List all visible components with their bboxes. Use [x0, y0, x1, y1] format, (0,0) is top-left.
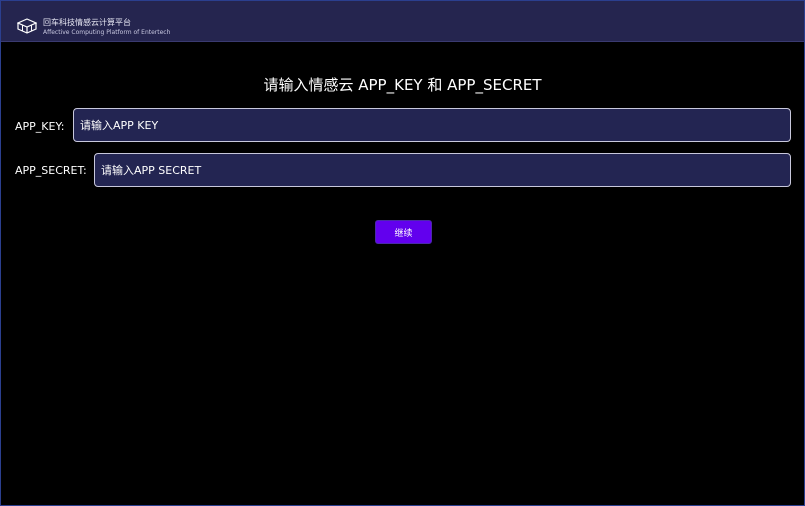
platform-title: 回车科技情感云计算平台	[43, 18, 131, 27]
app-window: 回车科技情感云计算平台 Affective Computing Platform…	[0, 0, 805, 506]
app-key-input[interactable]	[73, 108, 791, 142]
app-secret-input[interactable]	[94, 153, 791, 187]
app-key-label: APP_KEY:	[15, 120, 65, 133]
platform-subtitle: Affective Computing Platform of Entertec…	[43, 29, 171, 36]
form-title: 请输入情感云 APP_KEY 和 APP_SECRET	[263, 76, 542, 94]
continue-button[interactable]: 继续	[375, 220, 432, 244]
app-secret-label: APP_SECRET:	[15, 164, 87, 177]
cube-logo-icon	[17, 18, 37, 34]
top-header: 回车科技情感云计算平台 Affective Computing Platform…	[1, 1, 804, 42]
